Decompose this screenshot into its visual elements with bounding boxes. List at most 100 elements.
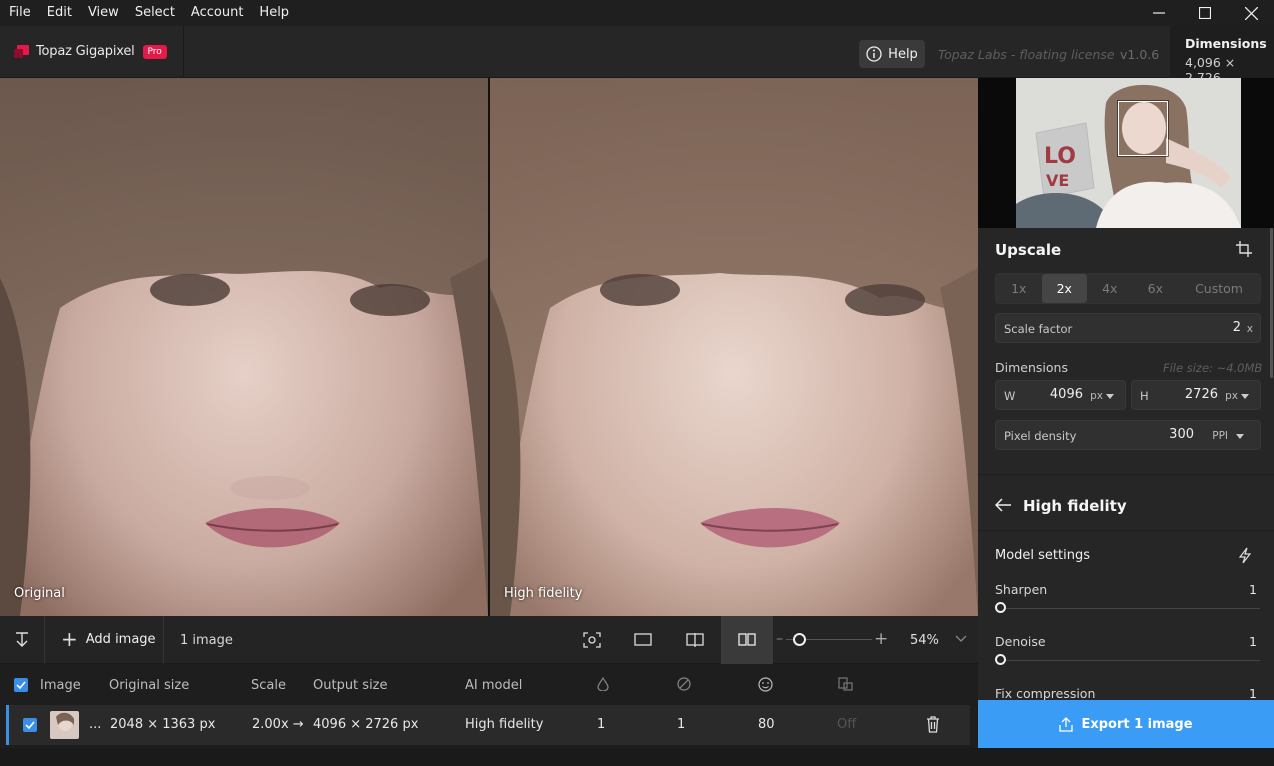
sharpen-slider-handle[interactable] — [995, 602, 1006, 613]
topaz-logo-icon — [14, 45, 29, 58]
ppi-dropdown-icon[interactable] — [1236, 434, 1244, 439]
pixel-density-field[interactable]: Pixel density 300 PPI — [995, 420, 1261, 450]
check-icon — [16, 681, 26, 690]
row-thumbnail — [50, 711, 79, 739]
width-unit[interactable]: px — [1090, 390, 1103, 402]
dimensions-label: Dimensions — [995, 360, 1068, 375]
row-face-recovery: Off — [837, 717, 857, 732]
face-detect-view-button[interactable] — [567, 616, 617, 664]
original-label: Original — [14, 586, 65, 601]
back-button[interactable] — [994, 498, 1012, 516]
navigator[interactable]: LO VE — [978, 78, 1274, 228]
face-scan-icon — [583, 632, 601, 648]
crop-icon — [1236, 241, 1252, 257]
menu-help[interactable]: Help — [250, 0, 296, 26]
crop-button[interactable] — [1236, 241, 1252, 261]
height-unit[interactable]: px — [1225, 390, 1238, 402]
single-view-button[interactable] — [618, 616, 668, 664]
split-view-button[interactable] — [670, 616, 720, 664]
sharpen-icon — [597, 676, 609, 695]
header-output-size[interactable]: Output size — [313, 678, 388, 693]
scale-factor-unit: x — [1246, 323, 1253, 335]
zoom-dropdown-button[interactable] — [955, 630, 967, 652]
menu-file[interactable]: File — [0, 0, 38, 26]
enhanced-label: High fidelity — [504, 586, 583, 601]
pixel-density-value[interactable]: 300 — [1169, 427, 1194, 442]
scale-factor-value[interactable]: 2 — [1233, 320, 1241, 335]
preview-area[interactable]: Original High fidelity — [0, 78, 978, 616]
width-unit-dropdown-icon[interactable] — [1106, 394, 1114, 399]
pro-badge: Pro — [142, 44, 167, 59]
enhanced-preview[interactable]: High fidelity — [490, 78, 978, 616]
side-by-side-view-button[interactable] — [721, 616, 773, 664]
bottom-strip — [0, 748, 1274, 766]
height-unit-dropdown-icon[interactable] — [1241, 394, 1249, 399]
side-by-side-icon — [738, 633, 756, 646]
close-button[interactable] — [1228, 0, 1274, 26]
fix-compression-value: 1 — [1249, 686, 1257, 701]
maximize-icon — [1199, 7, 1211, 19]
minimize-icon — [1153, 12, 1165, 14]
enhanced-face-image — [490, 78, 978, 616]
scale-1x-button[interactable]: 1x — [996, 274, 1042, 303]
select-all-checkbox[interactable] — [14, 678, 28, 692]
arrow-left-icon — [994, 498, 1011, 512]
zoom-in-button[interactable]: + — [874, 629, 888, 649]
width-value[interactable]: 4096 — [1050, 387, 1083, 402]
row-original-size: 2048 × 1363 px — [110, 717, 216, 732]
panel-scrollbar[interactable] — [1270, 228, 1273, 378]
license-text: Topaz Labs - floating license — [938, 47, 1115, 62]
height-value[interactable]: 2726 — [1185, 387, 1218, 402]
scale-4x-button[interactable]: 4x — [1087, 274, 1133, 303]
menu-view[interactable]: View — [79, 0, 126, 26]
settings-panel: LO VE Upscale 1x 2x 4x 6x Custom Scale f… — [978, 78, 1274, 766]
dimensions-title: Dimensions — [1185, 36, 1267, 51]
denoise-slider-handle[interactable] — [995, 654, 1006, 665]
scale-factor-field[interactable]: Scale factor 2 x — [995, 313, 1261, 343]
row-denoise: 1 — [677, 717, 686, 732]
export-button[interactable]: Export 1 image — [978, 700, 1274, 748]
scale-custom-button[interactable]: Custom — [1178, 274, 1260, 303]
sharpen-value: 1 — [1249, 582, 1257, 597]
row-checkbox[interactable] — [23, 718, 37, 732]
sharpen-label: Sharpen — [995, 582, 1048, 597]
scale-6x-button[interactable]: 6x — [1133, 274, 1179, 303]
zoom-slider-handle[interactable] — [793, 633, 806, 646]
navigator-viewport-frame[interactable] — [1118, 101, 1168, 156]
original-preview[interactable]: Original — [0, 78, 488, 616]
upscale-title: Upscale — [995, 241, 1062, 259]
svg-text:VE: VE — [1046, 171, 1069, 190]
denoise-slider[interactable] — [1000, 660, 1260, 661]
import-button[interactable] — [0, 616, 45, 664]
add-image-label: Add image — [85, 631, 156, 647]
panel-divider — [978, 474, 1274, 475]
denoise-label: Denoise — [995, 634, 1046, 649]
menu-account[interactable]: Account — [182, 0, 251, 26]
help-button[interactable]: Help — [859, 40, 925, 68]
denoise-value: 1 — [1249, 634, 1257, 649]
pixel-density-unit[interactable]: PPI — [1212, 430, 1228, 442]
add-image-button[interactable]: + Add image — [61, 629, 156, 649]
width-label: W — [1004, 389, 1016, 403]
height-field[interactable]: H 2726 px — [1131, 380, 1261, 410]
scale-factor-label: Scale factor — [1004, 322, 1073, 336]
header-image[interactable]: Image — [40, 678, 81, 693]
auto-settings-button[interactable] — [1238, 547, 1252, 568]
header-ai-model[interactable]: AI model — [465, 678, 522, 693]
scale-2x-button[interactable]: 2x — [1041, 274, 1088, 303]
maximize-button[interactable] — [1182, 0, 1228, 26]
zoom-value: 54% — [910, 633, 939, 648]
share-icon — [1059, 716, 1074, 732]
delete-row-button[interactable] — [926, 716, 940, 737]
menu-edit[interactable]: Edit — [38, 0, 79, 26]
sharpen-slider[interactable] — [1000, 608, 1260, 609]
zoom-out-button[interactable]: – — [776, 631, 783, 647]
table-row[interactable]: ... 2048 × 1363 px 2.00x → 4096 × 2726 p… — [6, 705, 970, 745]
header-original-size[interactable]: Original size — [109, 678, 189, 693]
width-field[interactable]: W 4096 px — [995, 380, 1126, 410]
header-scale[interactable]: Scale — [251, 678, 286, 693]
fix-compression-label: Fix compression — [995, 686, 1096, 701]
minimize-button[interactable] — [1136, 0, 1182, 26]
menu-select[interactable]: Select — [126, 0, 182, 26]
app-name: Topaz Gigapixel — [36, 44, 135, 59]
